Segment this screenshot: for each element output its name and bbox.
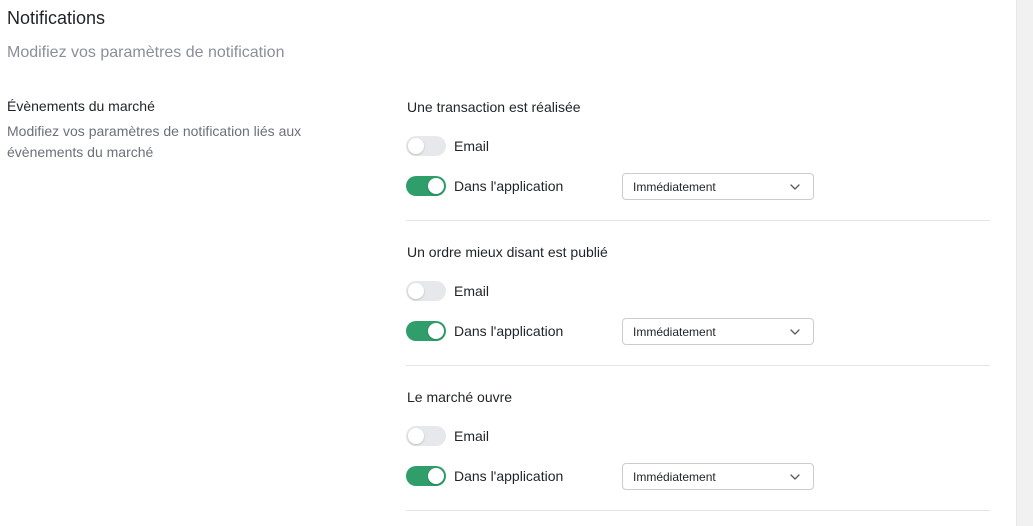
event-market-opens: Le marché ouvre Email Dans l'application… [406, 386, 990, 511]
notification-settings-page: Notifications Modifiez vos paramètres de… [0, 0, 1033, 526]
toggle-knob [428, 323, 444, 339]
app-label: Dans l'application [454, 178, 564, 194]
email-toggle[interactable] [406, 281, 446, 301]
scrollbar-track[interactable] [1016, 0, 1033, 526]
email-row: Email [406, 135, 489, 157]
frequency-value: Immédiatement [633, 179, 716, 194]
app-label: Dans l'application [454, 323, 564, 339]
chevron-down-icon [787, 324, 803, 340]
event-title: Le marché ouvre [407, 389, 513, 405]
app-toggle[interactable] [406, 176, 446, 196]
app-label: Dans l'application [454, 468, 564, 484]
email-toggle[interactable] [406, 426, 446, 446]
app-row: Dans l'application [406, 465, 563, 487]
app-row: Dans l'application [406, 175, 563, 197]
chevron-down-icon [787, 179, 803, 195]
toggle-knob [408, 138, 424, 154]
event-list: Une transaction est réalisée Email Dans … [406, 96, 990, 511]
frequency-select[interactable]: Immédiatement [622, 173, 814, 200]
email-toggle[interactable] [406, 136, 446, 156]
frequency-value: Immédiatement [633, 469, 716, 484]
frequency-value: Immédiatement [633, 324, 716, 339]
section-title: Évènements du marché [7, 98, 155, 114]
toggle-knob [428, 178, 444, 194]
email-label: Email [454, 283, 490, 299]
section-description: Modifiez vos paramètres de notification … [7, 123, 302, 160]
email-row: Email [406, 280, 489, 302]
event-better-order-published: Un ordre mieux disant est publié Email D… [406, 241, 990, 366]
app-toggle[interactable] [406, 321, 446, 341]
event-title: Un ordre mieux disant est publié [407, 244, 608, 260]
page-title: Notifications [7, 8, 106, 28]
frequency-select[interactable]: Immédiatement [622, 463, 814, 490]
app-row: Dans l'application [406, 320, 563, 342]
email-label: Email [454, 138, 490, 154]
event-title: Une transaction est réalisée [407, 99, 581, 115]
toggle-knob [408, 283, 424, 299]
email-row: Email [406, 425, 489, 447]
page-subtitle: Modifiez vos paramètres de notification [7, 44, 285, 61]
toggle-knob [428, 468, 444, 484]
email-label: Email [454, 428, 490, 444]
toggle-knob [408, 428, 424, 444]
chevron-down-icon [787, 469, 803, 485]
section-info: Évènements du marché Modifiez vos paramè… [7, 97, 347, 163]
app-toggle[interactable] [406, 466, 446, 486]
event-transaction-realized: Une transaction est réalisée Email Dans … [406, 96, 990, 221]
frequency-select[interactable]: Immédiatement [622, 318, 814, 345]
